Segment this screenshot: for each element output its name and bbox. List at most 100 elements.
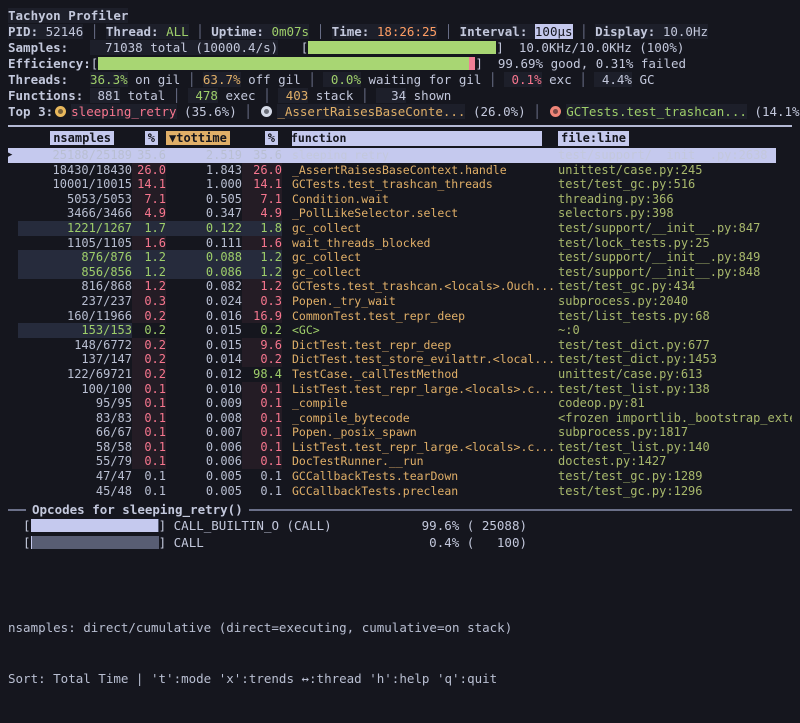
opcode-bar xyxy=(31,519,159,532)
column-header-file-line[interactable]: file:line xyxy=(558,131,629,146)
cell-direct-pct: 0.3 xyxy=(132,294,166,309)
cell-function-name: ListTest.test_repr_large.<locals>.c... xyxy=(292,440,554,455)
cell-direct-pct: 0.2 xyxy=(132,309,166,324)
top3-label: Top 3: xyxy=(8,104,53,119)
table-row[interactable]: 18430/1843026.01.84326.0_AssertRaisesBas… xyxy=(8,163,792,178)
samples-rate-bar xyxy=(308,41,496,54)
table-row[interactable]: 45/480.10.0050.1GCCallbackTests.preclean… xyxy=(8,484,792,499)
table-row[interactable]: 55/790.10.0060.1DocTestRunner.__rundocte… xyxy=(8,454,792,469)
cell-tottime: 0.505 xyxy=(166,192,242,207)
cell-cumulative-pct: 98.4 xyxy=(242,367,282,382)
samples-rate: 10.0KHz/10.0KHz (100%) xyxy=(504,40,685,55)
cell-tottime: 0.024 xyxy=(166,294,242,309)
table-row[interactable]: 816/8681.20.0821.2GCTests.test_trashcan.… xyxy=(8,279,792,294)
function-stat-value: 34 xyxy=(376,88,406,103)
cell-cumulative-pct: 16.9 xyxy=(242,309,282,324)
separator: │ xyxy=(189,24,212,39)
cell-tottime: 0.088 xyxy=(166,250,242,265)
thread-stat-value: 0.0% xyxy=(323,72,361,87)
table-row[interactable]: 3466/34664.90.3474.9_PollLikeSelector.se… xyxy=(8,206,792,221)
cell-function-name: GCCallbackTests.preclean xyxy=(292,484,554,499)
table-row[interactable]: 237/2370.30.0240.3Popen._try_waitsubproc… xyxy=(8,294,792,309)
uptime-segment: Uptime: 0m07s xyxy=(211,24,309,39)
table-row[interactable]: 122/697210.20.01298.4TestCase._callTestM… xyxy=(8,367,792,382)
cell-cumulative-pct: 7.1 xyxy=(242,192,282,207)
cell-direct-pct: 0.2 xyxy=(132,338,166,353)
table-row[interactable]: 1105/11051.60.1111.6wait_threads_blocked… xyxy=(8,236,792,251)
table-row[interactable]: 137/1470.20.0140.2DictTest.test_store_ev… xyxy=(8,352,792,367)
table-row[interactable]: 47/470.10.0050.1GCCallbackTests.tearDown… xyxy=(8,469,792,484)
cell-tottime: 2.519 xyxy=(166,148,242,163)
separator: │ xyxy=(573,24,596,39)
cell-direct-pct: 1.2 xyxy=(132,250,166,265)
table-row[interactable]: 856/8561.20.0861.2gc_collecttest/support… xyxy=(8,265,792,280)
table-row[interactable]: 83/830.10.0080.1_compile_bytecode<frozen… xyxy=(8,411,792,426)
table-row[interactable]: 100/1000.10.0100.1ListTest.test_repr_lar… xyxy=(8,382,792,397)
top3-function-pct: (35.6%) xyxy=(177,104,237,119)
table-row[interactable]: 148/67720.20.0159.6DictTest.test_repr_de… xyxy=(8,338,792,353)
cell-tottime: 0.007 xyxy=(166,425,242,440)
pid-value: 52146 xyxy=(46,24,84,39)
opcode-name: CALL_BUILTIN_O (CALL) xyxy=(174,518,422,533)
function-stat-value: 478 xyxy=(188,88,218,103)
cell-file-line: test/test_list.py:138 xyxy=(554,382,792,397)
cell-tottime: 0.122 xyxy=(166,221,242,236)
opcodes-section-header: Opcodes for sleeping_retry() xyxy=(8,502,792,517)
cell-function-name: gc_collect xyxy=(292,221,554,236)
table-row[interactable]: 1221/12671.70.1221.8gc_collecttest/suppo… xyxy=(8,221,792,236)
samples-label: Samples: xyxy=(8,40,90,55)
column-header-%[interactable]: % xyxy=(265,131,278,145)
table-row[interactable]: ▶25188/2518935.62.51935.6sleeping_retryt… xyxy=(8,148,776,163)
top3-function-pct: (14.1%) xyxy=(747,104,800,119)
thread-stat-text: waiting for gil xyxy=(361,72,481,87)
cell-tottime: 0.347 xyxy=(166,206,242,221)
thread-stat-text: on gil xyxy=(128,72,181,87)
cell-function-name: gc_collect xyxy=(292,265,554,280)
opcode-bar xyxy=(31,536,159,549)
thread-stat-value: 4.4% xyxy=(594,72,632,87)
table-row[interactable]: 876/8761.20.0881.2gc_collecttest/support… xyxy=(8,250,792,265)
cell-direct-pct: 26.0 xyxy=(132,163,166,178)
cell-direct-pct: 4.9 xyxy=(132,206,166,221)
samples-total: 71038 total (10000.4/s) xyxy=(90,40,278,55)
column-header-nsamples[interactable]: nsamples xyxy=(50,131,114,145)
cell-direct-pct: 0.1 xyxy=(132,382,166,397)
top3-function-name[interactable]: GCTests.test_trashcan... xyxy=(566,104,747,119)
thread-segment: Thread: ALL xyxy=(106,24,189,39)
thread-value: ALL xyxy=(166,24,189,39)
table-row[interactable]: 10001/1001514.11.00014.1GCTests.test_tra… xyxy=(8,177,792,192)
selected-row-marker-icon: ▶ xyxy=(7,148,12,163)
top3-function-name[interactable]: sleeping_retry xyxy=(71,104,176,119)
thread-stat-value: 0.1% xyxy=(504,72,542,87)
table-row[interactable]: 160/119660.20.01616.9CommonTest.test_rep… xyxy=(8,309,792,324)
table-row[interactable]: 66/670.10.0070.1Popen._posix_spawnsubpro… xyxy=(8,425,792,440)
cell-file-line: test/lock_tests.py:25 xyxy=(554,236,792,251)
cell-function-name: _compile xyxy=(292,396,554,411)
cell-cumulative-pct: 0.1 xyxy=(242,411,282,426)
column-header-%[interactable]: % xyxy=(145,131,158,145)
cell-file-line: test/list_tests.py:68 xyxy=(554,309,792,324)
table-row[interactable]: 153/1530.20.0150.2<GC>~:0 xyxy=(8,323,792,338)
cell-file-line: unittest/case.py:245 xyxy=(554,163,792,178)
top3-function-name[interactable]: _AssertRaisesBaseConte... xyxy=(277,104,465,119)
cell-cumulative-pct: 0.1 xyxy=(242,469,282,484)
column-header-tottime[interactable]: ▼tottime xyxy=(166,131,230,145)
status-bar: PID: 52146 │ Thread: ALL │ Uptime: 0m07s… xyxy=(8,23,792,39)
app-title: Tachyon Profiler xyxy=(8,8,128,23)
cell-cumulative-pct: 0.3 xyxy=(242,294,282,309)
cell-direct-pct: 1.2 xyxy=(132,279,166,294)
cell-function-name: GCCallbackTests.tearDown xyxy=(292,469,554,484)
cell-file-line: test/test_gc.py:1289 xyxy=(554,469,792,484)
function-stat-text: total xyxy=(120,88,165,103)
dash-line xyxy=(249,509,792,511)
cell-file-line: test/test_list.py:140 xyxy=(554,440,792,455)
cell-function-name: Popen._posix_spawn xyxy=(292,425,554,440)
table-row[interactable]: 95/950.10.0090.1_compilecodeop.py:81 xyxy=(8,396,792,411)
table-row[interactable]: 58/580.10.0060.1ListTest.test_repr_large… xyxy=(8,440,792,455)
cell-cumulative-pct: 0.1 xyxy=(242,425,282,440)
cell-file-line: subprocess.py:2040 xyxy=(554,294,792,309)
thread-stat-value: 63.7% xyxy=(203,72,241,87)
cell-file-line: codeop.py:81 xyxy=(554,396,792,411)
column-header-function[interactable]: function xyxy=(292,131,542,146)
table-row[interactable]: 5053/50537.10.5057.1Condition.waitthread… xyxy=(8,192,792,207)
